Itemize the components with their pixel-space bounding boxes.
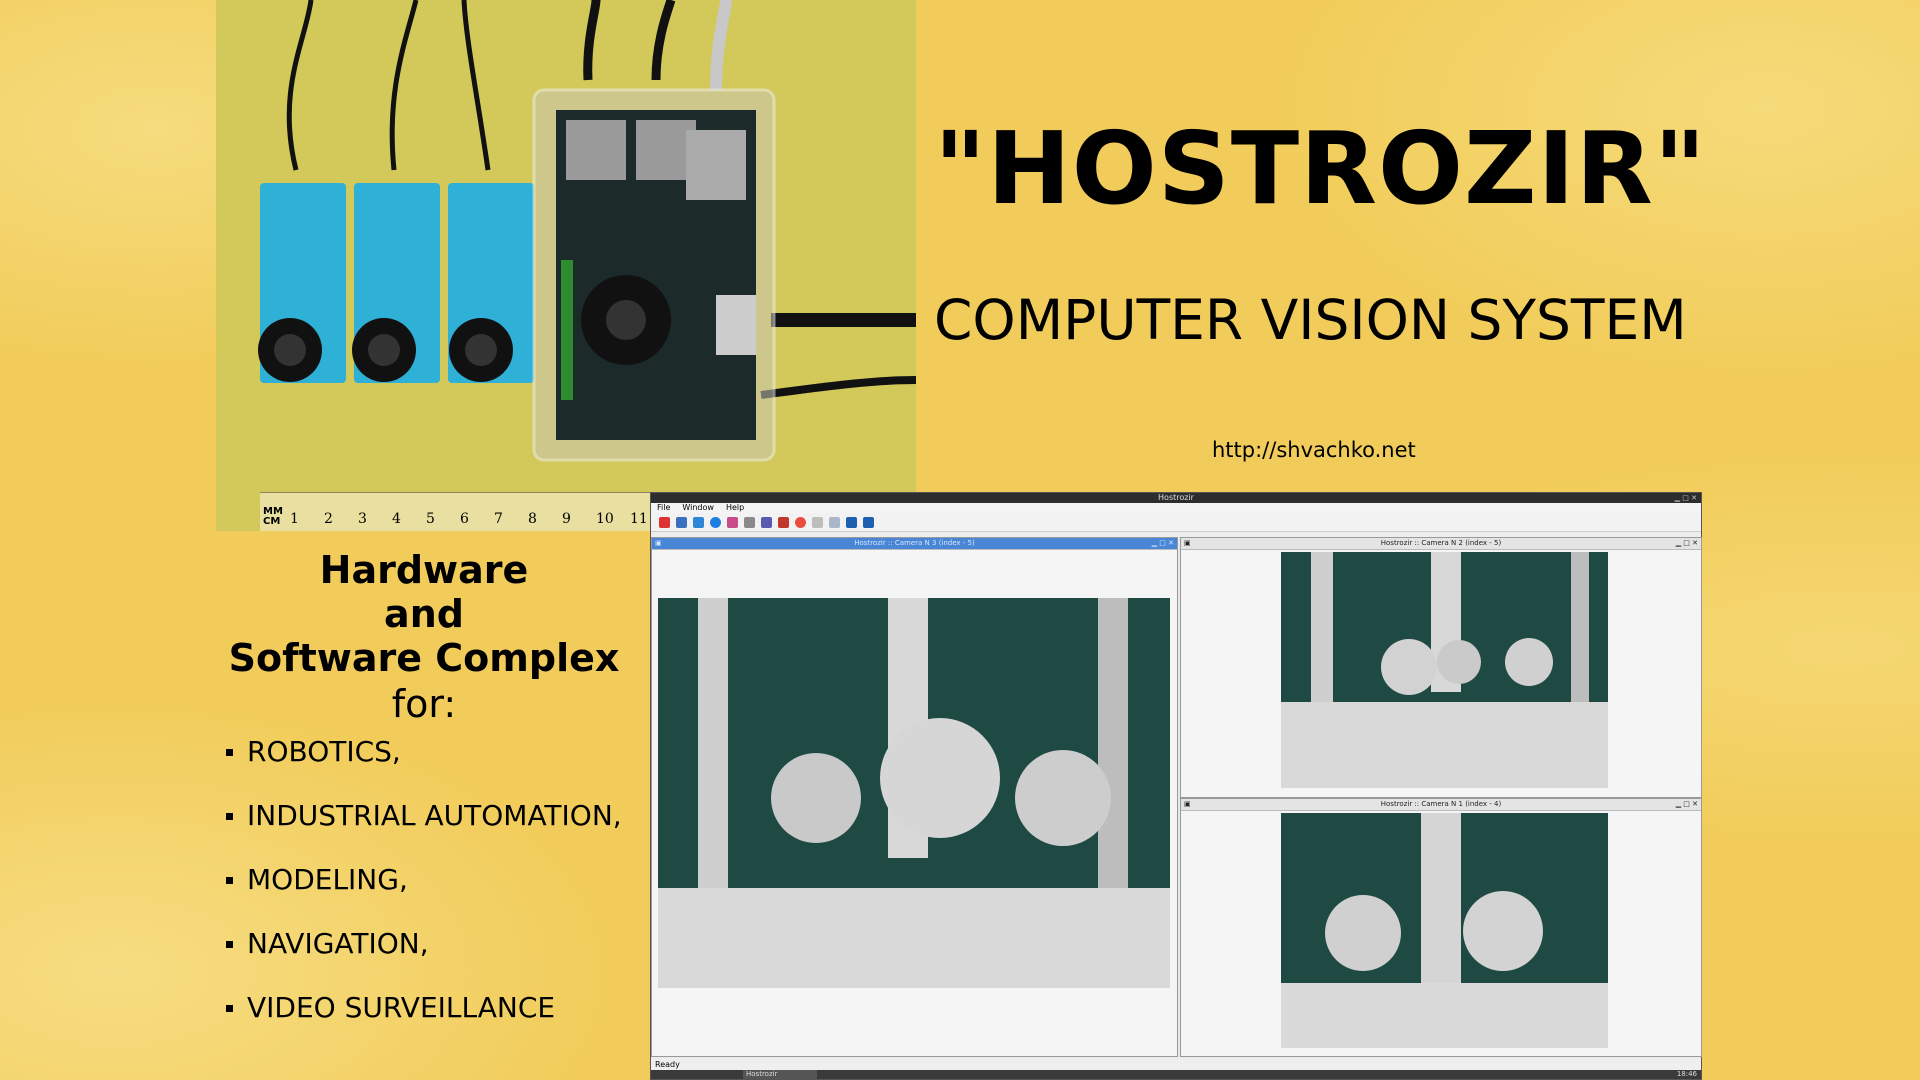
camera-window-2[interactable]: ▣ Hostrozir :: Camera N 2 (index - 5) ▁ … — [1180, 537, 1702, 798]
slide: { "title": "\"HOSTROZIR\"", "subtitle": … — [0, 0, 1920, 1080]
camera-frame-1 — [1281, 813, 1608, 1048]
ruler-tick-label: 8 — [528, 511, 537, 527]
play-icon[interactable] — [710, 516, 721, 528]
camera-window-title: Hostrozir :: Camera N 1 (index - 4) — [1380, 800, 1502, 808]
window-menu-icon[interactable]: ▣ — [1184, 799, 1191, 810]
list-item-label: ROBOTICS, — [247, 735, 401, 768]
close-tool-icon[interactable] — [659, 516, 670, 528]
menu-bar: File Window Help — [651, 503, 1701, 513]
menu-file[interactable]: File — [657, 503, 670, 513]
list-icon[interactable] — [829, 516, 840, 528]
camera-image — [658, 598, 1170, 988]
application-list: ROBOTICS, INDUSTRIAL AUTOMATION, MODELIN… — [226, 735, 622, 1055]
camera-3 — [448, 183, 534, 383]
list-item: INDUSTRIAL AUTOMATION, — [226, 799, 622, 863]
window-controls[interactable]: ▁ □ ✕ — [1676, 799, 1698, 810]
bullet-icon — [226, 877, 233, 884]
list-item: MODELING, — [226, 863, 622, 927]
camera-window-title: Hostrozir :: Camera N 2 (index - 5) — [1380, 539, 1502, 547]
hardware-for: for: — [391, 682, 457, 726]
camera-2 — [352, 183, 440, 383]
camera-window-titlebar[interactable]: ▣ Hostrozir :: Camera N 2 (index - 5) ▁ … — [1181, 538, 1701, 550]
camera-window-title: Hostrozir :: Camera N 3 (index - 5) — [854, 539, 975, 547]
window-menu-icon[interactable]: ▣ — [655, 538, 662, 549]
ruler-tick-label: 3 — [358, 511, 367, 527]
arrow-left-icon[interactable] — [863, 516, 874, 528]
hardware-photo: MM CM 1 2 3 4 5 6 7 8 9 10 11 — [216, 0, 916, 531]
minimize-icon[interactable]: ▁ — [1675, 494, 1680, 502]
camera-image — [1281, 552, 1608, 788]
camera-window-1[interactable]: ▣ Hostrozir :: Camera N 1 (index - 4) ▁ … — [1180, 798, 1702, 1057]
mdi-area: ▣ Hostrozir :: Camera N 3 (index - 5) ▁ … — [651, 537, 1702, 1057]
capture-icon[interactable] — [727, 516, 738, 528]
camera-image — [1281, 813, 1608, 1048]
menu-window[interactable]: Window — [682, 503, 714, 513]
hardware-illustration — [216, 0, 916, 531]
list-item: VIDEO SURVEILLANCE — [226, 991, 622, 1055]
heading-line: Hardware — [319, 548, 529, 592]
window-controls[interactable]: ▁ □ ✕ — [1676, 538, 1698, 549]
hardware-heading: Hardware and Software Complex — [216, 548, 632, 680]
stop-icon[interactable] — [778, 516, 789, 528]
ruler-tick-label: 2 — [324, 511, 333, 527]
grid-icon[interactable] — [761, 516, 772, 528]
app-title: Hostrozir — [1158, 493, 1194, 502]
app-window: Hostrozir ▁ □ ✕ File Window Help ▣ Hostr… — [650, 492, 1702, 1080]
page-title: "HOSTROZIR" — [934, 110, 1707, 227]
list-item-label: MODELING, — [247, 863, 408, 896]
tools-icon[interactable] — [744, 516, 755, 528]
list-item-label: INDUSTRIAL AUTOMATION, — [247, 799, 622, 832]
heading-line: and — [384, 592, 464, 636]
window-menu-icon[interactable]: ▣ — [1184, 538, 1191, 549]
ruler-tick-label: 9 — [562, 511, 571, 527]
ruler-tick-label: 4 — [392, 511, 401, 527]
camera-frame-3 — [658, 598, 1170, 988]
camera-window-titlebar[interactable]: ▣ Hostrozir :: Camera N 1 (index - 4) ▁ … — [1181, 799, 1701, 811]
camera-window-titlebar[interactable]: ▣ Hostrozir :: Camera N 3 (index - 5) ▁ … — [652, 538, 1177, 550]
toolbar — [651, 513, 1701, 532]
heading-line: Software Complex — [228, 636, 620, 680]
app-titlebar: Hostrozir ▁ □ ✕ — [651, 493, 1701, 503]
page-subtitle: COMPUTER VISION SYSTEM — [934, 288, 1687, 352]
monitor-icon[interactable] — [676, 516, 687, 528]
ruler-tick-label: 1 — [290, 511, 299, 527]
bullet-icon — [226, 1005, 233, 1012]
menu-help[interactable]: Help — [726, 503, 744, 513]
camera-1 — [258, 183, 346, 383]
window-controls: ▁ □ ✕ — [1675, 493, 1697, 503]
ruler-unit: MM CM — [263, 506, 283, 527]
close-icon[interactable]: ✕ — [1691, 494, 1697, 502]
record-icon[interactable] — [795, 516, 806, 528]
single-board-computer — [532, 88, 776, 462]
list-item: ROBOTICS, — [226, 735, 622, 799]
clock: 18:46 — [1676, 1070, 1697, 1078]
ruler-tick-label: 6 — [460, 511, 469, 527]
window-controls[interactable]: ▁ □ ✕ — [1152, 538, 1174, 549]
arrow-right-icon[interactable] — [846, 516, 857, 528]
bullet-icon — [226, 749, 233, 756]
taskbar-task[interactable]: Hostrozir — [743, 1070, 817, 1079]
taskbar: Hostrozir 18:46 — [651, 1070, 1701, 1079]
bullet-icon — [226, 941, 233, 948]
list-item-label: VIDEO SURVEILLANCE — [247, 991, 556, 1024]
document-icon[interactable] — [812, 516, 823, 528]
bullet-icon — [226, 813, 233, 820]
ruler-tick-label: 7 — [494, 511, 503, 527]
maximize-icon[interactable]: □ — [1682, 494, 1689, 502]
ruler-tick-label: 11 — [630, 511, 648, 527]
ruler-tick-label: 5 — [426, 511, 435, 527]
window-icon[interactable] — [693, 516, 704, 528]
list-item: NAVIGATION, — [226, 927, 622, 991]
ruler-tick-label: 10 — [596, 511, 614, 527]
website-url[interactable]: http://shvachko.net — [1212, 438, 1416, 462]
camera-window-3[interactable]: ▣ Hostrozir :: Camera N 3 (index - 5) ▁ … — [651, 537, 1178, 1057]
list-item-label: NAVIGATION, — [247, 927, 429, 960]
camera-frame-2 — [1281, 552, 1608, 788]
